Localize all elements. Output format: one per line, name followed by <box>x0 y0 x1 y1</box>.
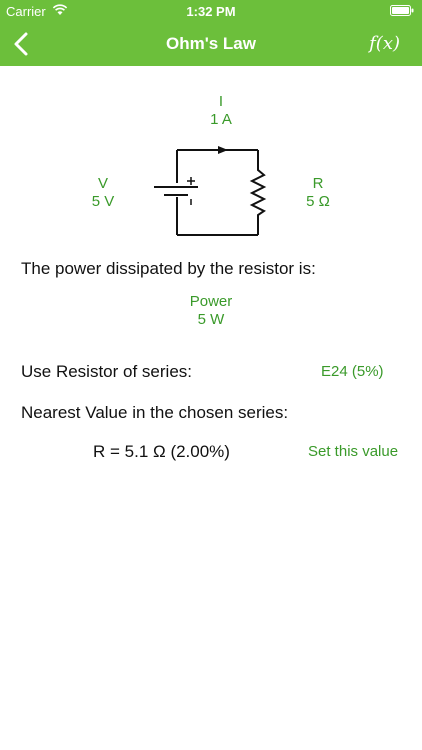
status-time: 1:32 PM <box>186 4 236 19</box>
series-label: Use Resistor of series: <box>21 362 192 381</box>
power-value: 5 W <box>197 311 225 328</box>
voltage-symbol: V <box>97 175 108 192</box>
current-param[interactable]: I 1 A <box>196 93 246 129</box>
formula-button[interactable]: f(x) <box>369 33 400 54</box>
battery-icon <box>390 5 414 16</box>
resistance-param[interactable]: R 5 Ω <box>293 175 343 211</box>
current-symbol: I <box>218 93 224 110</box>
voltage-value: 5 V <box>91 193 115 210</box>
status-bar: Carrier 1:32 PM <box>0 0 422 22</box>
resistance-symbol: R <box>312 175 324 192</box>
power-statement: The power dissipated by the resistor is: <box>21 259 316 278</box>
circuit-diagram <box>154 146 267 236</box>
power-param: Power 5 W <box>171 293 251 329</box>
nearest-value: R = 5.1 Ω (2.00%) <box>93 442 230 461</box>
nearest-label: Nearest Value in the chosen series: <box>21 403 289 422</box>
page-title: Ohm's Law <box>165 34 256 53</box>
power-label: Power <box>189 293 233 310</box>
voltage-param[interactable]: V 5 V <box>78 175 128 211</box>
navigation-bar: Ohm's Law f(x) <box>0 22 422 66</box>
set-value-button[interactable]: Set this value <box>308 443 398 460</box>
resistance-value: 5 Ω <box>306 193 330 210</box>
current-value: 1 A <box>210 111 232 128</box>
series-select[interactable]: E24 (5%) <box>321 363 384 380</box>
